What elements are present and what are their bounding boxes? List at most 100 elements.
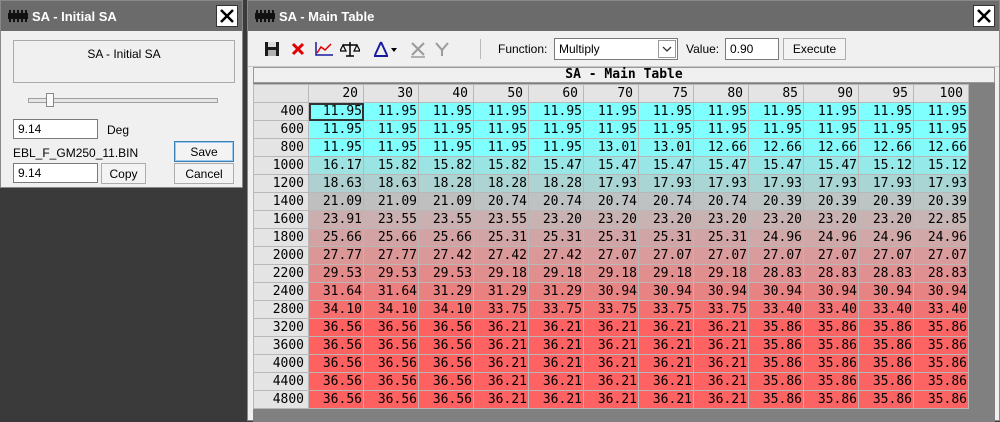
table-cell[interactable]: 36.56 [308, 354, 364, 373]
table-cell[interactable]: 11.95 [528, 120, 584, 139]
table-cell[interactable]: 36.21 [528, 372, 584, 391]
table-cell[interactable]: 13.01 [583, 138, 639, 157]
table-cell[interactable]: 36.21 [473, 318, 529, 337]
table-cell[interactable]: 11.95 [308, 102, 364, 121]
table-cell[interactable]: 29.18 [583, 264, 639, 283]
table-cell[interactable]: 23.20 [583, 210, 639, 229]
table-cell[interactable]: 33.75 [473, 300, 529, 319]
table-cell[interactable]: 28.83 [913, 264, 969, 283]
table-cell[interactable]: 36.21 [473, 354, 529, 373]
table-cell[interactable]: 17.93 [803, 174, 859, 193]
table-cell[interactable]: 27.42 [473, 246, 529, 265]
table-cell[interactable]: 25.31 [693, 228, 749, 247]
table-cell[interactable]: 20.39 [858, 192, 914, 211]
table-cell[interactable]: 35.86 [913, 354, 969, 373]
table-cell[interactable]: 35.86 [748, 318, 804, 337]
table-cell[interactable]: 27.07 [803, 246, 859, 265]
table-cell[interactable]: 36.56 [363, 372, 419, 391]
table-cell[interactable]: 15.47 [693, 156, 749, 175]
table-cell[interactable]: 15.82 [363, 156, 419, 175]
table-cell[interactable]: 36.56 [308, 390, 364, 409]
table-cell[interactable]: 23.20 [748, 210, 804, 229]
chevron-down-icon[interactable] [658, 40, 676, 58]
table-cell[interactable]: 36.21 [528, 318, 584, 337]
table-cell[interactable]: 35.86 [858, 318, 914, 337]
table-cell[interactable]: 27.07 [858, 246, 914, 265]
table-cell[interactable]: 28.83 [803, 264, 859, 283]
table-cell[interactable]: 35.86 [748, 390, 804, 409]
row-header[interactable]: 4400 [253, 372, 309, 391]
table-cell[interactable]: 17.93 [748, 174, 804, 193]
table-cell[interactable]: 25.66 [363, 228, 419, 247]
table-cell[interactable]: 35.86 [803, 390, 859, 409]
table-cell[interactable]: 11.95 [638, 120, 694, 139]
table-cell[interactable]: 28.83 [858, 264, 914, 283]
table-cell[interactable]: 15.47 [528, 156, 584, 175]
row-header[interactable]: 1600 [253, 210, 309, 229]
table-cell[interactable]: 35.86 [913, 372, 969, 391]
save-icon[interactable] [262, 39, 282, 59]
table-cell[interactable]: 36.21 [638, 354, 694, 373]
table-cell[interactable]: 25.31 [473, 228, 529, 247]
table-cell[interactable]: 18.28 [418, 174, 474, 193]
table-cell[interactable]: 15.47 [803, 156, 859, 175]
table-cell[interactable]: 20.74 [473, 192, 529, 211]
table-cell[interactable]: 15.12 [913, 156, 969, 175]
table-cell[interactable]: 21.09 [363, 192, 419, 211]
table-cell[interactable]: 30.94 [858, 282, 914, 301]
table-cell[interactable]: 25.31 [638, 228, 694, 247]
table-cell[interactable]: 31.29 [473, 282, 529, 301]
table-cell[interactable]: 36.21 [528, 390, 584, 409]
table-cell[interactable]: 25.31 [583, 228, 639, 247]
table-cell[interactable]: 35.86 [913, 336, 969, 355]
table-cell[interactable]: 11.95 [418, 120, 474, 139]
column-header[interactable]: 30 [363, 84, 419, 103]
table-cell[interactable]: 36.56 [418, 372, 474, 391]
table-cell[interactable]: 11.95 [638, 102, 694, 121]
table-cell[interactable]: 23.20 [803, 210, 859, 229]
table-cell[interactable]: 12.66 [913, 138, 969, 157]
table-cell[interactable]: 33.75 [638, 300, 694, 319]
table-cell[interactable]: 30.94 [693, 282, 749, 301]
table-cell[interactable]: 27.07 [913, 246, 969, 265]
table-cell[interactable]: 12.66 [803, 138, 859, 157]
table-cell[interactable]: 24.96 [858, 228, 914, 247]
table-cell[interactable]: 36.56 [308, 372, 364, 391]
function-dropdown[interactable]: Multiply [554, 38, 678, 60]
table-cell[interactable]: 36.56 [363, 336, 419, 355]
table-cell[interactable]: 35.86 [913, 318, 969, 337]
table-cell[interactable]: 35.86 [803, 336, 859, 355]
close-button[interactable] [216, 5, 238, 27]
table-cell[interactable]: 36.21 [473, 336, 529, 355]
table-cell[interactable]: 20.39 [803, 192, 859, 211]
row-header[interactable]: 3600 [253, 336, 309, 355]
table-cell[interactable]: 36.21 [583, 390, 639, 409]
table-cell[interactable]: 12.66 [693, 138, 749, 157]
column-header[interactable]: 75 [638, 84, 694, 103]
table-cell[interactable]: 36.21 [473, 372, 529, 391]
save-button[interactable]: Save [174, 141, 234, 162]
table-cell[interactable]: 11.95 [693, 102, 749, 121]
table-cell[interactable]: 36.56 [363, 390, 419, 409]
table-cell[interactable]: 25.31 [528, 228, 584, 247]
title-bar[interactable]: SA - Initial SA [1, 1, 242, 31]
table-cell[interactable]: 20.74 [638, 192, 694, 211]
table-cell[interactable]: 15.12 [858, 156, 914, 175]
table-cell[interactable]: 27.77 [308, 246, 364, 265]
table-cell[interactable]: 35.86 [913, 390, 969, 409]
table-cell[interactable]: 33.40 [748, 300, 804, 319]
table-cell[interactable]: 27.42 [418, 246, 474, 265]
table-cell[interactable]: 15.47 [638, 156, 694, 175]
table-cell[interactable]: 36.56 [308, 318, 364, 337]
table-cell[interactable]: 36.21 [583, 336, 639, 355]
row-header[interactable]: 1000 [253, 156, 309, 175]
table-cell[interactable]: 36.21 [693, 354, 749, 373]
table-cell[interactable]: 36.21 [638, 390, 694, 409]
row-header[interactable]: 1800 [253, 228, 309, 247]
table-cell[interactable]: 24.96 [748, 228, 804, 247]
row-header[interactable]: 400 [253, 102, 309, 121]
copy-button[interactable]: Copy [101, 163, 146, 184]
table-cell[interactable]: 11.95 [473, 138, 529, 157]
table-cell[interactable]: 11.95 [528, 102, 584, 121]
value-input[interactable]: 0.90 [725, 38, 779, 60]
